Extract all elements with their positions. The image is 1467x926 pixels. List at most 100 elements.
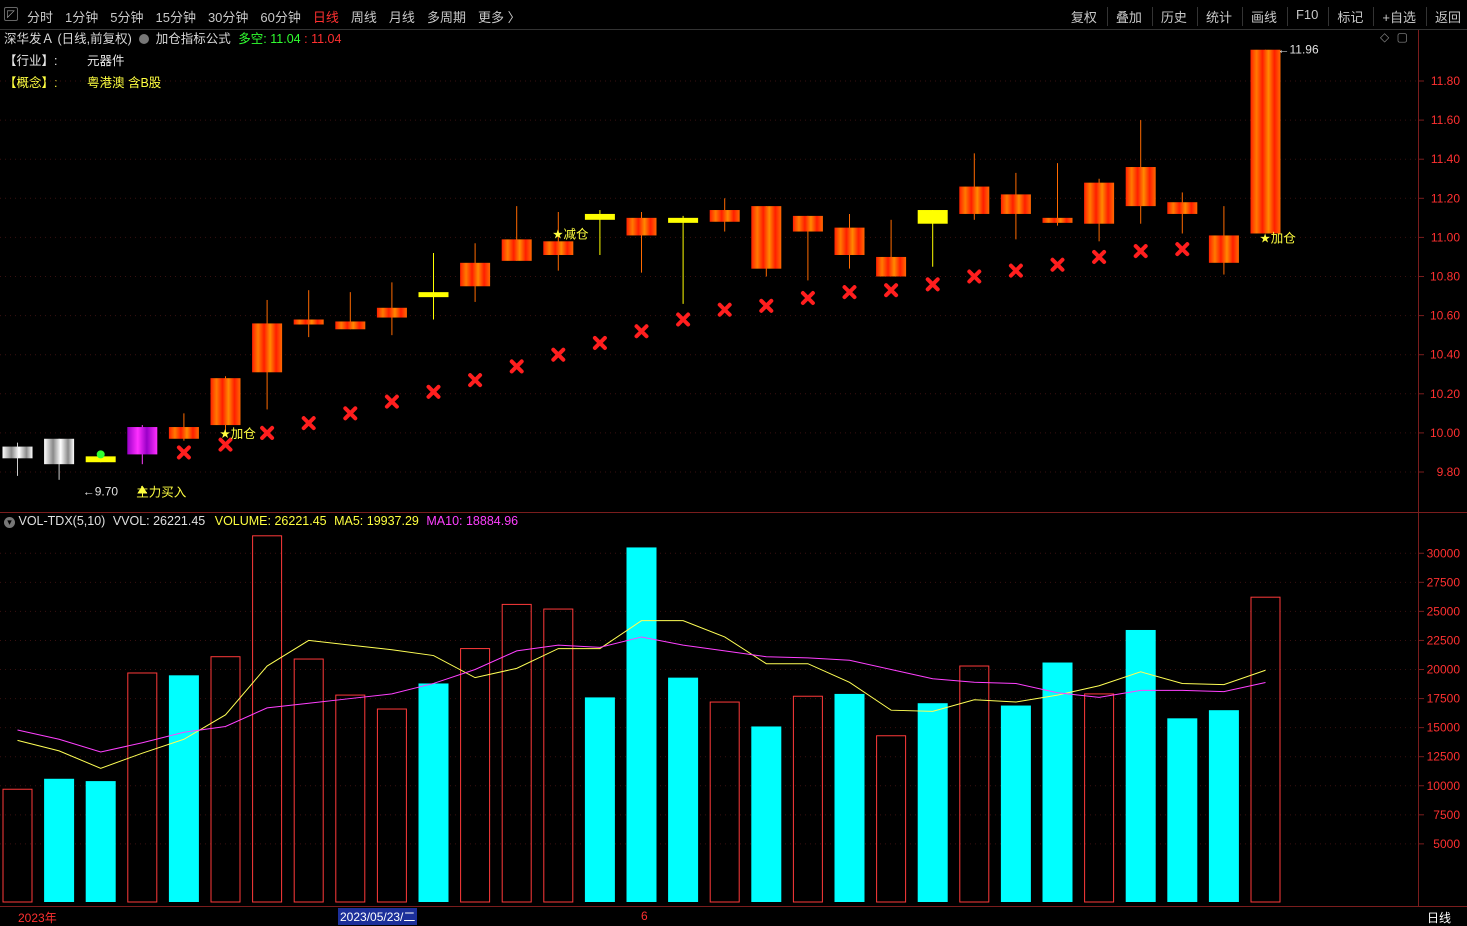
candle-body	[876, 256, 907, 277]
candle-body	[626, 217, 657, 236]
right-tools: 复权 叠加 历史 统计 画线 F10 标记 +自选 返回	[1063, 7, 1461, 26]
pin-icon[interactable]: ◸	[4, 7, 18, 21]
volume-tick-label: 10000	[1427, 779, 1461, 793]
cross-marker	[1050, 257, 1065, 272]
month-label: 6	[641, 909, 648, 923]
candle-body	[1250, 49, 1281, 234]
tool-button-6[interactable]: 标记	[1328, 7, 1363, 26]
cross-marker	[676, 312, 691, 327]
candle-body	[501, 239, 532, 261]
period-tab-2[interactable]: 5分钟	[110, 7, 143, 26]
period-tab-1[interactable]: 1分钟	[65, 7, 98, 26]
year-label: 2023年	[18, 911, 57, 925]
tool-button-4[interactable]: 画线	[1241, 7, 1277, 26]
volume-bar	[1167, 718, 1198, 902]
period-tabs: 分时 1分钟 5分钟 15分钟 30分钟 60分钟 日线 周线 月线 多周期 更多 〉	[27, 7, 521, 26]
volume-tick-label: 30000	[1427, 546, 1461, 560]
candle-body	[792, 215, 823, 232]
volume-bars	[2, 535, 1281, 903]
volume-bar	[1084, 693, 1115, 903]
cross-marker	[1175, 242, 1190, 257]
volume-bar	[460, 648, 491, 903]
candle-body	[751, 206, 782, 269]
candle-body	[376, 307, 407, 318]
cross-marker	[1008, 263, 1023, 278]
tool-button-2[interactable]: 历史	[1151, 7, 1187, 26]
candle-body	[543, 241, 574, 255]
volume-tick-label: 27500	[1427, 575, 1461, 589]
price-tick-label: 11.00	[1431, 230, 1460, 244]
period-tab-5[interactable]: 60分钟	[260, 7, 300, 26]
price-tick-label: 9.80	[1437, 465, 1461, 479]
low-price-label: ←9.70	[83, 485, 119, 499]
cross-marker	[592, 335, 607, 350]
price-tick-label: 10.40	[1430, 348, 1460, 362]
signal-annotation: ★加仓	[1260, 230, 1297, 245]
volume-bar	[44, 778, 75, 902]
chart-canvas[interactable]: ★加仓★减仓 ★加仓主力买入←9.70←11.96 9.8010.0010.201…	[0, 30, 1467, 924]
signal-ball	[96, 450, 105, 459]
volume-tick-label: 15000	[1427, 721, 1461, 735]
period-tab-7[interactable]: 周线	[351, 7, 377, 26]
price-tick-label: 11.80	[1431, 74, 1460, 88]
volume-bar	[751, 726, 782, 902]
volume-bar	[210, 656, 241, 903]
volume-bar	[85, 781, 116, 902]
candle-body	[1125, 167, 1156, 207]
volume-bar	[959, 665, 990, 903]
toolbar: ◸ 分时 1分钟 5分钟 15分钟 30分钟 60分钟 日线 周线 月线 多周期 更多 〉 复权 叠加…	[0, 0, 1467, 30]
volume-bar	[1125, 629, 1156, 902]
candle-body	[293, 319, 324, 325]
candle-body	[1084, 182, 1115, 224]
price-tick-label: 11.40	[1431, 152, 1460, 166]
cross-marker	[800, 291, 815, 306]
price-tick-label: 11.60	[1431, 113, 1460, 127]
period-tab-6[interactable]: 日线	[313, 7, 339, 26]
volume-bar	[668, 677, 699, 902]
volume-tick-label: 20000	[1427, 663, 1461, 677]
volume-bar	[1042, 662, 1073, 902]
period-tab-0[interactable]: 分时	[27, 7, 53, 26]
volume-tick-label: 7500	[1433, 808, 1460, 822]
cross-marker	[384, 394, 399, 409]
volume-bar	[418, 683, 449, 902]
tool-button-1[interactable]: 叠加	[1106, 7, 1142, 26]
volume-bar	[2, 788, 33, 903]
tool-button-3[interactable]: 统计	[1196, 7, 1232, 26]
volume-bar	[127, 672, 158, 903]
candle-body	[44, 438, 75, 465]
period-tab-8[interactable]: 月线	[389, 7, 415, 26]
price-tick-label: 10.20	[1430, 387, 1460, 401]
volume-bar	[252, 535, 283, 903]
candle-body	[1208, 235, 1239, 263]
high-price-label: ←11.96	[1278, 43, 1319, 57]
tool-button-8[interactable]: 返回	[1425, 7, 1461, 26]
volume-bar	[376, 708, 407, 903]
period-tab-10[interactable]: 更多 〉	[478, 7, 521, 26]
candle-body	[959, 186, 990, 214]
cross-marker	[426, 384, 441, 399]
tool-button-5[interactable]: F10	[1286, 7, 1318, 26]
cross-marker	[925, 277, 940, 292]
cross-marker	[551, 347, 566, 362]
period-tab-4[interactable]: 30分钟	[208, 7, 248, 26]
bottom-divider	[0, 906, 1467, 907]
volume-bar	[1250, 596, 1281, 903]
volume-grid	[0, 552, 1418, 845]
period-indicator: 日线	[1427, 911, 1452, 925]
volume-bar	[792, 695, 823, 903]
candle-body	[210, 378, 241, 426]
candlesticks	[2, 49, 1281, 480]
period-tab-3[interactable]: 15分钟	[155, 7, 195, 26]
candle-body	[418, 292, 449, 298]
tool-button-7[interactable]: +自选	[1373, 7, 1416, 26]
period-tab-9[interactable]: 多周期	[427, 7, 466, 26]
volume-tick-label: 17500	[1427, 692, 1461, 706]
price-tick-label: 10.80	[1430, 270, 1460, 284]
candle-body	[1167, 202, 1198, 214]
cross-marker	[176, 445, 191, 460]
volume-tick-label: 22500	[1427, 633, 1461, 647]
signal-annotation: ★减仓	[552, 226, 589, 241]
candle-body	[168, 427, 199, 439]
tool-button-0[interactable]: 复权	[1063, 7, 1097, 26]
